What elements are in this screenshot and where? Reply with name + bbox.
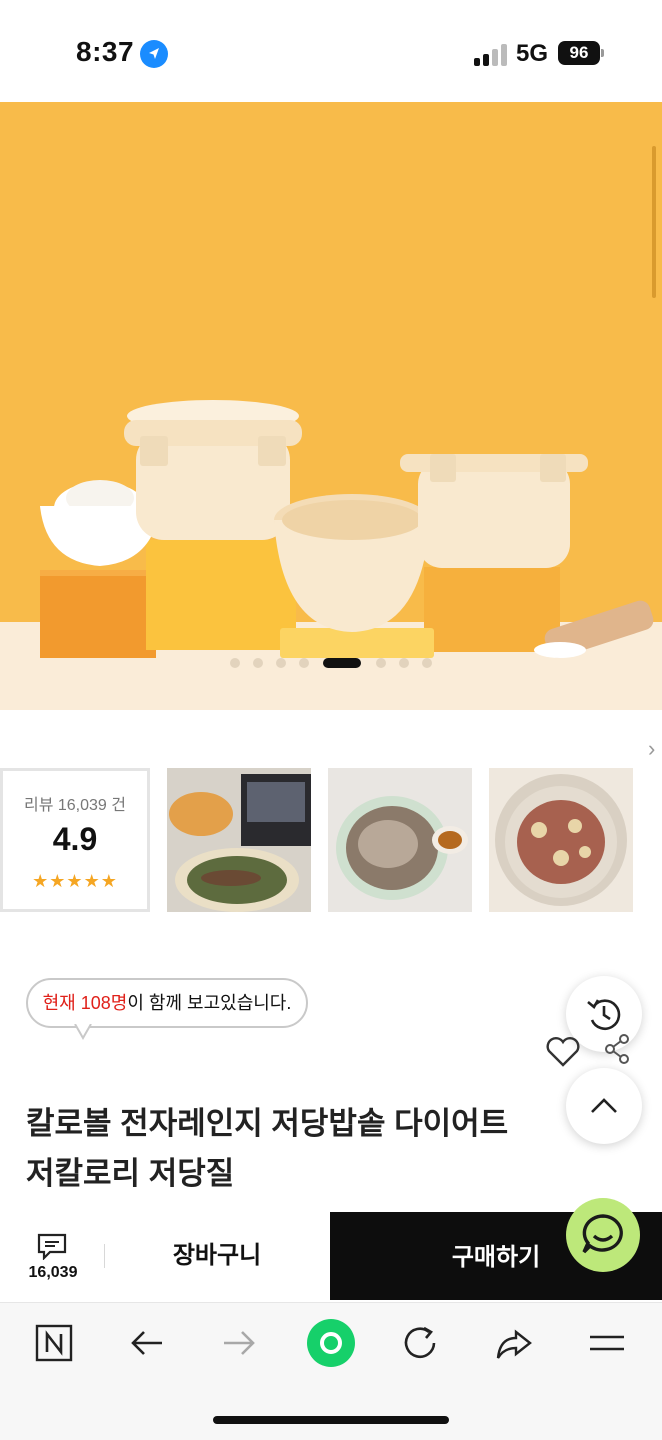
heart-icon[interactable]: [544, 1034, 582, 1068]
status-time: 8:37: [76, 36, 135, 67]
share-nodes-icon[interactable]: [602, 1032, 632, 1066]
share-icon[interactable]: [494, 1322, 538, 1366]
carousel-dot[interactable]: [299, 658, 309, 668]
carousel-dot[interactable]: [376, 658, 386, 668]
review-photo-thumb[interactable]: [328, 768, 472, 912]
talk-chat-button[interactable]: [566, 1198, 640, 1272]
star-rating: ★★★★★: [32, 871, 118, 891]
carousel-dot[interactable]: [276, 658, 286, 668]
battery-tip: [601, 49, 604, 57]
status-bar: 8:37 5G 96: [0, 0, 662, 102]
carousel-dot[interactable]: [422, 658, 432, 668]
review-chat-count[interactable]: 16,039: [0, 1264, 106, 1282]
back-arrow-icon[interactable]: [126, 1322, 170, 1366]
green-dot-icon[interactable]: [306, 1318, 356, 1368]
review-score: 4.9: [52, 821, 98, 857]
chat-bubble-icon: [582, 1214, 623, 1254]
carousel-dot[interactable]: [230, 658, 240, 668]
naver-n-icon[interactable]: [34, 1322, 78, 1366]
product-photo: [40, 400, 654, 658]
product-image-carousel[interactable]: [0, 102, 662, 710]
home-indicator: [213, 1416, 449, 1424]
forward-arrow-icon[interactable]: [218, 1322, 262, 1366]
review-count: 리뷰 16,039 건: [24, 797, 126, 814]
cart-button[interactable]: 장바구니: [104, 1212, 330, 1300]
scroll-top-button[interactable]: [566, 1068, 642, 1144]
hero-scroll-indicator: [652, 146, 656, 298]
speech-tail: [74, 1024, 92, 1040]
viewers-text: 이 함께 보고있습니다.: [127, 993, 292, 1013]
review-photo-thumb[interactable]: [489, 768, 633, 912]
battery-icon: 96: [558, 41, 600, 65]
menu-icon[interactable]: [586, 1322, 630, 1366]
reload-icon[interactable]: [400, 1322, 444, 1366]
review-chat-icon[interactable]: [36, 1232, 68, 1260]
signal-icon: [474, 44, 510, 66]
network-type: 5G: [516, 40, 549, 67]
carousel-dot[interactable]: [399, 658, 409, 668]
chevron-up-icon: [591, 1098, 617, 1113]
viewers-count: 현재 108명: [42, 993, 128, 1013]
location-arrow-icon: [140, 40, 168, 68]
live-viewers-badge: 현재 108명이 함께 보고있습니다.: [26, 978, 308, 1028]
review-photo-thumb[interactable]: [167, 768, 311, 912]
carousel-dot[interactable]: [253, 658, 263, 668]
product-title-line1: 칼로볼 전자레인지 저당밥솥 다이어트: [26, 1106, 509, 1141]
review-summary[interactable]: 리뷰 16,039 건 4.9 ★★★★★: [0, 768, 150, 912]
carousel-dot-active[interactable]: [323, 658, 361, 668]
product-title-line2: 저칼로리 저당질: [26, 1156, 235, 1191]
chevron-right-icon[interactable]: ›: [648, 736, 655, 762]
